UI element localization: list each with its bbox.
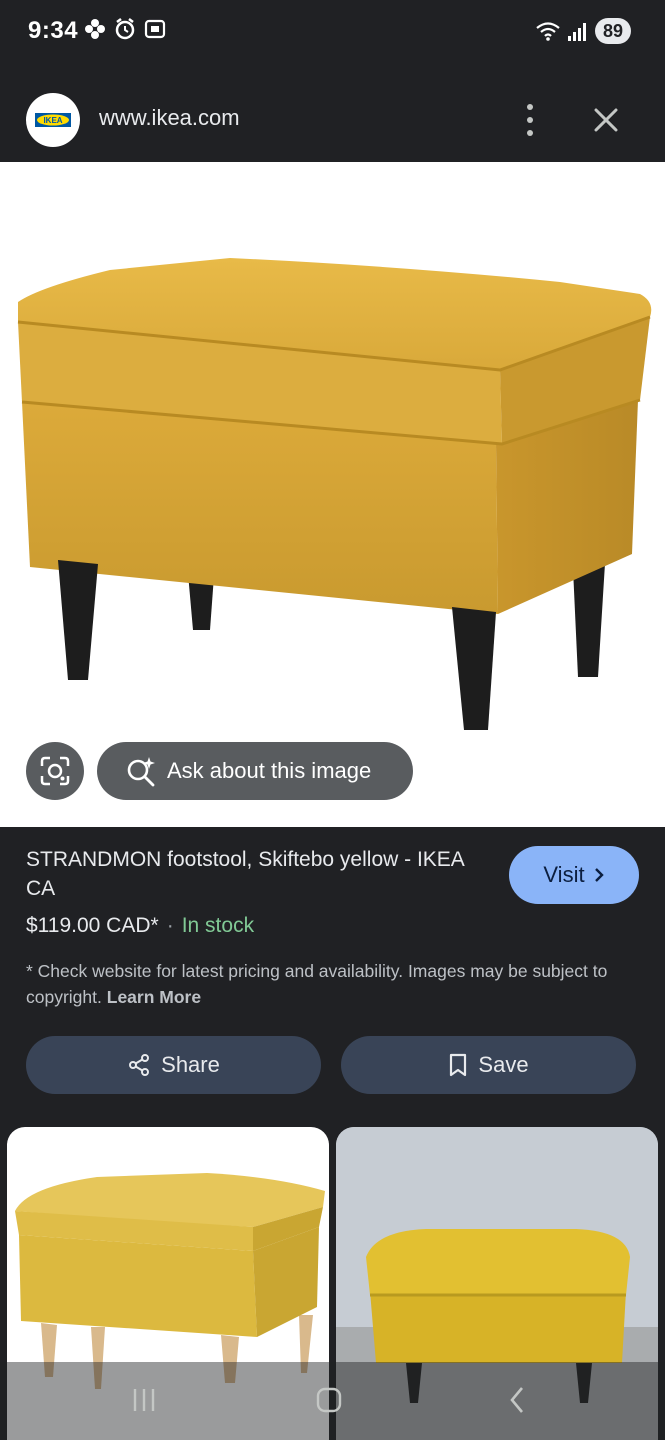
share-label: Share — [161, 1052, 220, 1077]
recents-icon — [133, 1389, 155, 1411]
system-nav-bar — [0, 1362, 665, 1440]
back-icon — [510, 1387, 523, 1413]
recent-apps-button[interactable] — [119, 1380, 169, 1420]
google-lens-button[interactable] — [26, 742, 84, 800]
status-time: 9:34 — [28, 17, 79, 44]
close-icon[interactable] — [590, 104, 622, 136]
signal-icon — [567, 23, 586, 41]
price: $119.00 CAD* — [26, 914, 159, 937]
visit-label: Visit — [543, 862, 585, 887]
site-logo[interactable]: IKEA — [26, 93, 80, 147]
battery-indicator: 89 — [594, 18, 631, 44]
back-button[interactable] — [492, 1380, 542, 1420]
bookmark-icon — [450, 1053, 467, 1077]
home-button[interactable] — [304, 1380, 354, 1420]
wifi-icon — [536, 22, 560, 41]
product-info-panel: STRANDMON footstool, Skiftebo yellow - I… — [0, 827, 665, 1127]
price-row: $119.00 CAD* · In stock — [26, 914, 254, 938]
product-title[interactable]: STRANDMON footstool, Skiftebo yellow - I… — [26, 845, 486, 903]
status-icons-right: 89 — [535, 18, 631, 44]
chevron-right-icon — [594, 868, 604, 882]
alarm-icon — [115, 18, 135, 40]
url-bar: IKEA www.ikea.com — [0, 76, 665, 162]
save-label: Save — [478, 1052, 529, 1077]
disclaimer: * Check website for latest pricing and a… — [26, 958, 626, 1010]
svg-text:IKEA: IKEA — [43, 116, 62, 125]
home-icon — [316, 1387, 342, 1413]
separator-dot: · — [166, 914, 174, 937]
visit-button[interactable]: Visit — [509, 846, 639, 904]
learn-more-link[interactable]: Learn More — [107, 987, 201, 1007]
share-icon — [129, 1054, 150, 1076]
save-button[interactable]: Save — [341, 1036, 636, 1094]
ottoman-illustration — [17, 258, 652, 730]
sparkle-search-icon — [127, 757, 155, 787]
ask-about-image-button[interactable]: Ask about this image — [97, 742, 413, 800]
status-icons-left — [84, 18, 166, 40]
share-button[interactable]: Share — [26, 1036, 321, 1094]
status-bar: 9:34 89 — [0, 0, 665, 64]
more-options-icon[interactable] — [516, 104, 544, 136]
site-url[interactable]: www.ikea.com — [99, 105, 240, 131]
screenshot-icon — [144, 19, 166, 39]
ask-about-image-label: Ask about this image — [167, 758, 372, 783]
product-image[interactable]: Ask about this image — [0, 162, 665, 827]
stock-status: In stock — [181, 914, 255, 937]
ikea-logo-icon: IKEA — [35, 113, 71, 127]
lens-icon — [40, 756, 70, 786]
pinwheel-icon — [85, 19, 105, 39]
